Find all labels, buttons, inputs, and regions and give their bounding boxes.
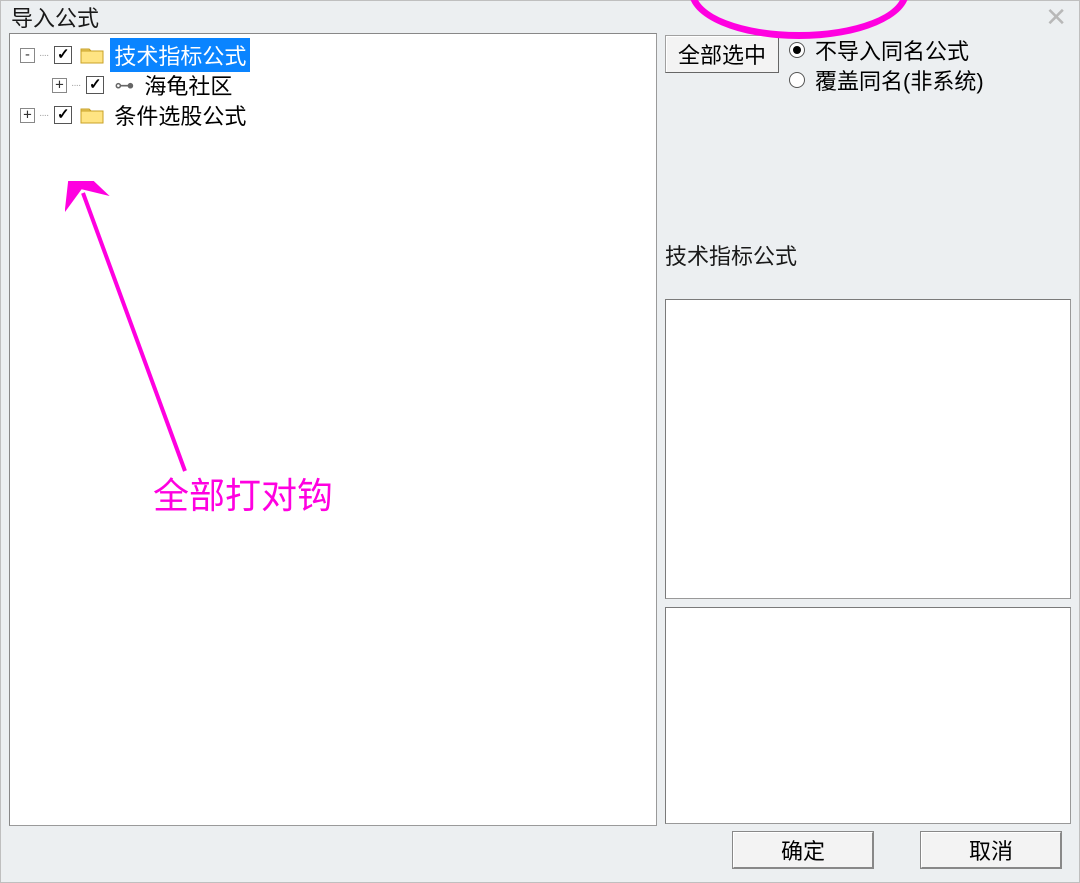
cancel-button[interactable]: 取消 [921, 832, 1061, 868]
select-all-button[interactable]: 全部选中 [665, 35, 779, 73]
tree-node-label[interactable]: 条件选股公式 [110, 98, 250, 132]
expand-icon[interactable]: + [20, 108, 35, 123]
formula-tree[interactable]: - ···· 技术指标公式 + ···· ⊶ 海龟社区 + ···· [9, 33, 657, 826]
dialog-buttons: 确定 取消 [733, 832, 1061, 868]
radio-label: 不导入同名公式 [815, 34, 969, 66]
radio-icon[interactable] [789, 72, 805, 88]
dialog-content: - ···· 技术指标公式 + ···· ⊶ 海龟社区 + ···· [9, 33, 1079, 826]
tree-checkbox[interactable] [54, 106, 72, 124]
tree-node-stock-selection[interactable]: + ···· 条件选股公式 [20, 100, 652, 130]
tree-node-label[interactable]: 海龟社区 [140, 68, 236, 102]
folder-icon [80, 106, 104, 124]
radio-label: 覆盖同名(非系统) [815, 64, 984, 96]
tree-checkbox[interactable] [86, 76, 104, 94]
radio-overwrite-duplicate[interactable]: 覆盖同名(非系统) [789, 65, 984, 95]
duplicate-handling-radio-group: 不导入同名公式 覆盖同名(非系统) [789, 35, 984, 95]
tree-node-label[interactable]: 技术指标公式 [110, 38, 250, 72]
folder-icon [80, 46, 104, 64]
window-title: 导入公式 [11, 1, 99, 33]
titlebar: 导入公式 ✕ [1, 1, 1079, 31]
close-icon[interactable]: ✕ [1045, 7, 1069, 27]
import-formula-dialog: 导入公式 ✕ - ···· 技术指标公式 + ···· ⊶ 海龟社区 [0, 0, 1080, 883]
radio-icon[interactable] [789, 42, 805, 58]
key-icon: ⊶ [114, 73, 134, 98]
expand-icon[interactable]: + [52, 78, 67, 93]
tree-node-turtle-community[interactable]: + ···· ⊶ 海龟社区 [52, 70, 652, 100]
tree-node-tech-indicator[interactable]: - ···· 技术指标公式 [20, 40, 652, 70]
selected-category-label: 技术指标公式 [665, 239, 797, 271]
right-panel: 全部选中 不导入同名公式 覆盖同名(非系统) 技术指标公式 [657, 33, 1079, 826]
radio-no-import-duplicate[interactable]: 不导入同名公式 [789, 35, 984, 65]
ok-button[interactable]: 确定 [733, 832, 873, 868]
tree-checkbox[interactable] [54, 46, 72, 64]
formula-detail-panel[interactable] [665, 607, 1071, 824]
formula-list-panel[interactable] [665, 299, 1071, 599]
collapse-icon[interactable]: - [20, 48, 35, 63]
